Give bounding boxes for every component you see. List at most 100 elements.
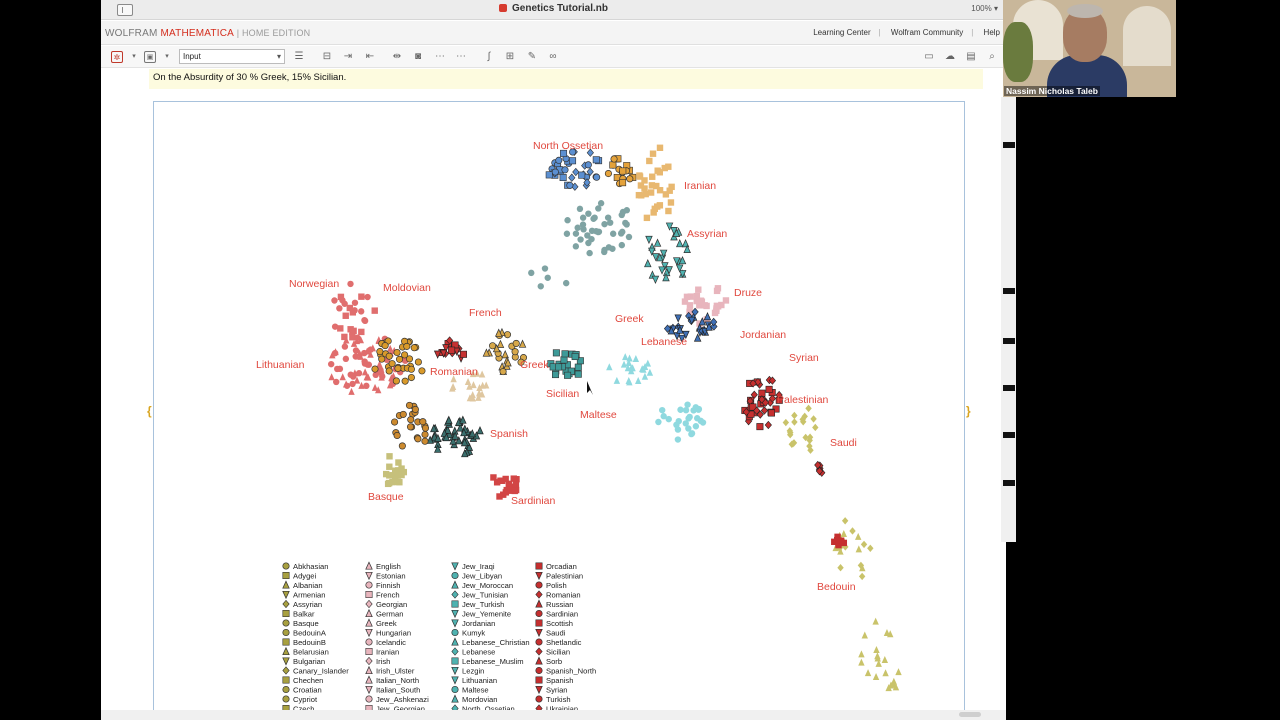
data-point <box>881 655 889 663</box>
graphics-output-cell[interactable]: North Ossetian Iranian Assyrian Norwegian Mo… <box>153 101 965 720</box>
data-point <box>365 599 373 609</box>
data-point <box>874 652 881 660</box>
data-point <box>396 479 403 486</box>
data-point <box>595 205 602 212</box>
chat-icon[interactable]: ▭ <box>923 51 935 63</box>
data-point <box>451 637 459 646</box>
legend-entry: Jordanian <box>462 619 495 628</box>
data-point <box>561 166 569 174</box>
data-point <box>535 685 543 695</box>
data-point <box>592 156 600 164</box>
chevron-down-icon[interactable]: ▾ <box>128 51 140 63</box>
wolfram-community-link[interactable]: Wolfram Community <box>891 28 963 37</box>
data-point <box>394 364 402 372</box>
dots-icon[interactable]: ⋯ <box>455 51 467 63</box>
data-point <box>658 266 666 275</box>
ellipsis-icon[interactable]: ⋯ <box>434 51 446 63</box>
data-point <box>656 187 664 194</box>
title-bar: Genetics Tutorial.nb 100% ▾ <box>101 0 1006 20</box>
data-point <box>342 312 349 319</box>
data-point <box>572 230 580 237</box>
data-point <box>339 373 346 381</box>
data-point <box>282 657 290 666</box>
data-point <box>574 370 582 378</box>
legend-entry: Bulgarian <box>293 657 325 666</box>
data-point <box>858 572 866 581</box>
data-point <box>421 437 429 445</box>
legend-entry: Basque <box>293 619 319 628</box>
data-point <box>574 363 582 371</box>
data-point <box>405 401 414 409</box>
population-label-sardinian: Sardinian <box>511 495 556 507</box>
data-point <box>282 628 290 637</box>
data-point <box>656 202 664 209</box>
data-point <box>646 157 653 165</box>
data-point <box>601 220 608 228</box>
pen-icon[interactable]: ✎ <box>526 51 538 63</box>
cell-bracket-right-icon[interactable]: } <box>966 404 972 422</box>
stop-icon[interactable]: ◙ <box>412 51 424 63</box>
chevron-down-icon[interactable]: ▾ <box>161 51 173 63</box>
data-point <box>620 360 628 368</box>
cloud-upload-icon[interactable]: ☁ <box>944 51 956 63</box>
brand-wolfram: WOLFRAM <box>105 28 158 39</box>
data-point <box>337 293 345 301</box>
notebook-toolbar: ✲ ▾ ▣ ▾ Input ☰ ⊟ ⇥ ⇤ ⇹ ◙ ⋯ ⋯ ∫ ⊞ ✎ ∞ ▭ … <box>101 46 1006 68</box>
panel-mark <box>1003 288 1015 294</box>
horizontal-scrollbar[interactable] <box>101 710 1006 720</box>
data-point <box>644 359 652 367</box>
text-cell-caption[interactable]: On the Absurdity of 30 % Greek, 15% Sici… <box>149 69 983 89</box>
legend-entry: Italian_North <box>376 676 419 685</box>
split-icon[interactable]: ⇹ <box>391 51 403 63</box>
legend-entry: Chechen <box>293 676 323 685</box>
matrix-icon[interactable]: ⊞ <box>504 51 516 63</box>
data-point <box>566 181 574 189</box>
data-point <box>282 685 290 694</box>
evaluate-icon[interactable]: ✲ <box>111 51 123 63</box>
data-point <box>864 669 872 677</box>
cell-style-select[interactable]: Input <box>179 49 285 64</box>
data-point <box>386 463 393 470</box>
data-point <box>282 695 290 703</box>
data-point <box>667 199 675 206</box>
data-point <box>385 352 393 360</box>
search-icon[interactable]: ⌕ <box>986 51 998 63</box>
data-point <box>681 298 689 305</box>
panel-icon[interactable]: ▤ <box>965 51 977 63</box>
data-point <box>535 647 543 656</box>
zoom-text: 100% <box>971 4 992 13</box>
data-point <box>713 287 721 295</box>
cell-group-icon[interactable]: ▣ <box>144 51 156 63</box>
window-title-text: Genetics Tutorial.nb <box>512 3 608 14</box>
align-icon[interactable]: ⊟ <box>321 51 333 63</box>
panel-mark <box>1003 385 1015 391</box>
integral-icon[interactable]: ∫ <box>483 51 495 63</box>
data-point <box>695 286 702 293</box>
data-point <box>393 348 401 357</box>
data-point <box>661 164 668 172</box>
outdent-icon[interactable]: ⇤ <box>364 51 376 63</box>
data-point <box>677 406 684 413</box>
data-point <box>676 238 684 248</box>
data-point <box>371 365 379 373</box>
population-label-assyrian: Assyrian <box>687 228 727 240</box>
list-icon[interactable]: ☰ <box>293 51 305 63</box>
legend-entry: Jew_Tunisian <box>462 591 508 600</box>
learning-center-link[interactable]: Learning Center <box>813 28 870 37</box>
scrollbar-thumb[interactable] <box>959 712 981 717</box>
data-point <box>685 415 692 422</box>
data-point <box>551 168 559 176</box>
link-icon[interactable]: ∞ <box>547 51 559 63</box>
data-point <box>393 431 401 440</box>
data-point <box>635 376 642 384</box>
indent-icon[interactable]: ⇥ <box>342 51 354 63</box>
zoom-level[interactable]: 100% ▾ <box>971 4 998 13</box>
help-link[interactable]: Help <box>984 28 1000 37</box>
data-point <box>407 416 415 424</box>
data-point <box>626 175 634 183</box>
data-point <box>644 258 652 268</box>
legend-entry: Spanish <box>546 676 573 685</box>
data-point <box>555 363 563 371</box>
data-point <box>609 161 617 169</box>
data-point <box>386 472 393 479</box>
